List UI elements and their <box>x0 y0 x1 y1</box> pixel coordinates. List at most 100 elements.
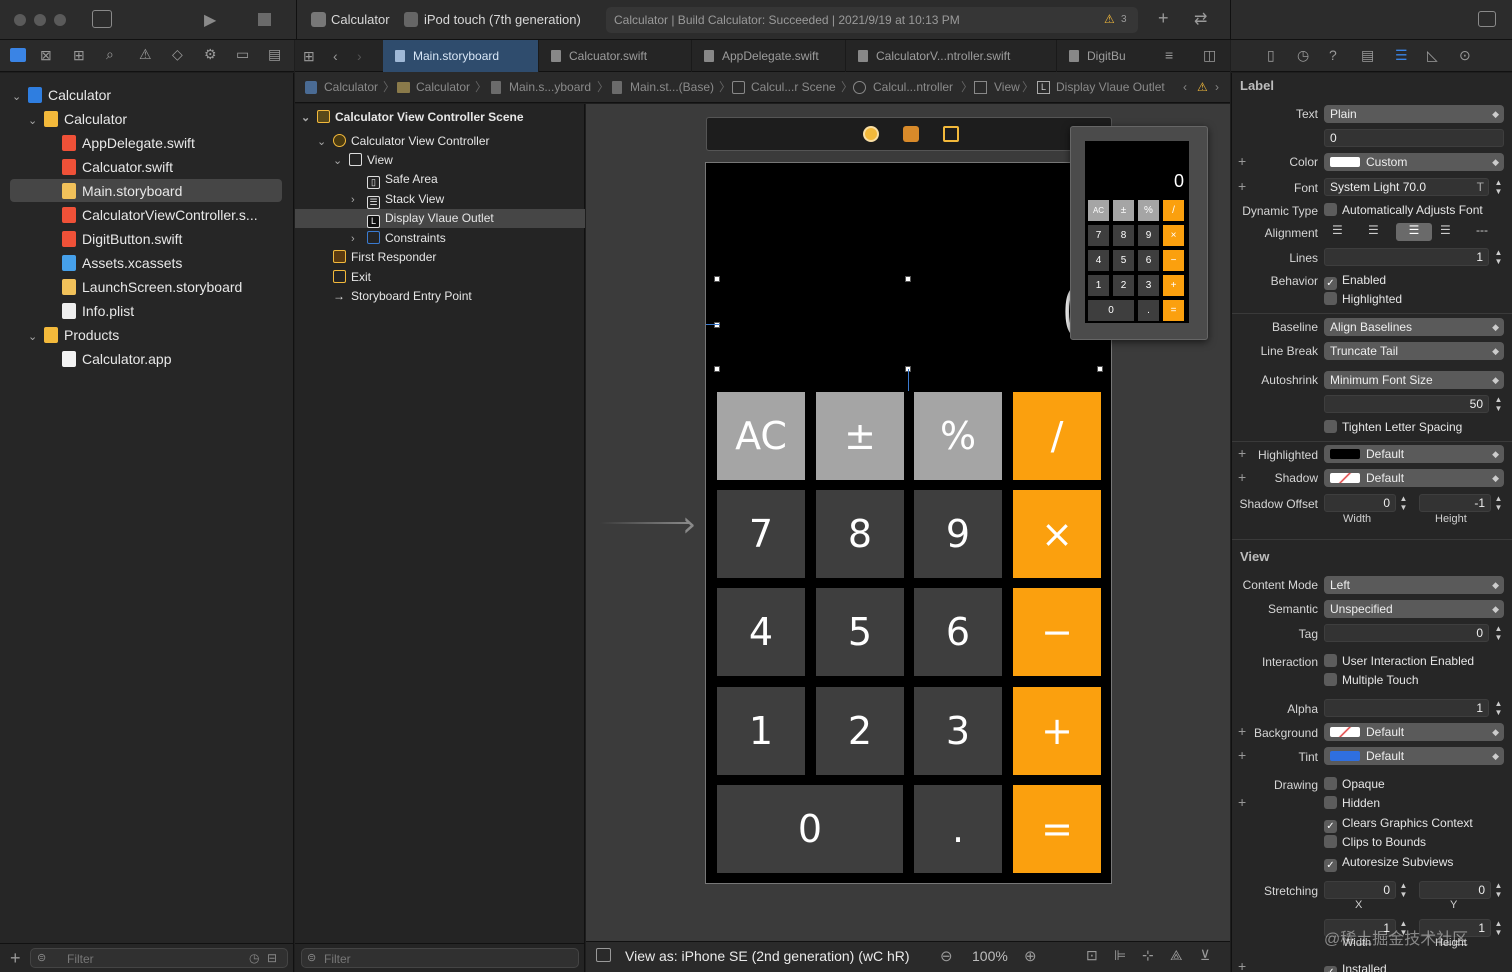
view-as-device[interactable]: View as: iPhone SE (2nd generation) (wC … <box>625 948 910 964</box>
identity-inspector-icon[interactable]: ▤ <box>1361 47 1374 64</box>
background-popup[interactable]: Default ◆ <box>1324 723 1504 741</box>
font-field[interactable]: System Light 70.0 T <box>1324 178 1489 196</box>
back-icon[interactable]: ‹ <box>333 48 338 64</box>
highlighted-checkbox[interactable]: Highlighted <box>1324 290 1402 308</box>
key-equals[interactable]: = <box>1013 785 1101 873</box>
first-responder-icon[interactable] <box>903 126 919 142</box>
add-variation-icon[interactable]: + <box>1238 723 1246 739</box>
outline-item-scene[interactable]: ⌄ Calculator View Controller Scene <box>301 108 524 127</box>
close-window-button[interactable] <box>14 14 26 26</box>
tree-item-file[interactable]: Assets.xcassets <box>0 251 182 275</box>
multiple-touch-checkbox[interactable]: Multiple Touch <box>1324 671 1419 689</box>
align-natural-icon[interactable]: --- <box>1476 223 1488 237</box>
file-inspector-icon[interactable]: ▯ <box>1267 47 1275 64</box>
lines-stepper[interactable]: ▲ ▼ <box>1493 248 1504 266</box>
tree-item-file[interactable]: Calcuator.swift <box>0 155 173 179</box>
inspector-toggle-icon[interactable] <box>1478 11 1496 27</box>
key-multiply[interactable]: × <box>1013 490 1101 578</box>
issue-navigator-icon[interactable]: ⚠ <box>139 46 152 63</box>
jump-item[interactable]: Calcul...ntroller <box>873 72 953 103</box>
zoom-window-button[interactable] <box>54 14 66 26</box>
alpha-field[interactable]: 1 <box>1324 699 1489 717</box>
key-percent[interactable]: % <box>914 392 1002 480</box>
source-control-icon[interactable]: ⊠ <box>40 47 52 64</box>
tab-digitbutton-swift[interactable]: DigitBu <box>1057 40 1157 72</box>
clips-to-bounds-checkbox[interactable]: Clips to Bounds <box>1324 833 1426 851</box>
outline-item-constraints[interactable]: › Constraints <box>351 229 446 248</box>
outline-item-view-controller[interactable]: ⌄ Calculator View Controller <box>317 132 490 151</box>
forward-icon[interactable]: › <box>357 48 362 64</box>
attributes-inspector-icon[interactable]: ☰ <box>1395 47 1408 64</box>
align-center-icon[interactable]: ☰ <box>1368 223 1379 237</box>
tree-item-file[interactable]: Info.plist <box>0 299 134 323</box>
tree-item-group-products[interactable]: ⌄ Products <box>0 323 119 347</box>
add-variation-icon[interactable]: + <box>1238 178 1246 194</box>
key-1[interactable]: 1 <box>717 687 805 775</box>
code-review-icon[interactable]: ⇄ <box>1194 9 1207 29</box>
add-variation-icon[interactable]: + <box>1238 445 1246 461</box>
tab-main-storyboard[interactable]: Main.storyboard <box>383 40 539 72</box>
align-justified-icon[interactable]: ☰ <box>1440 223 1451 237</box>
jump-item[interactable]: Calcul...r Scene <box>751 72 836 103</box>
calculator-view[interactable]: 0 AC ± % / 7 8 9 × 4 5 6 − 1 2 3 + 0 . = <box>705 162 1112 884</box>
stretch-y-stepper[interactable]: ▲ ▼ <box>1493 881 1504 899</box>
semantic-popup[interactable]: Unspecified ◆ <box>1324 600 1504 618</box>
opaque-checkbox[interactable]: Opaque <box>1324 775 1385 793</box>
editor-options-icon[interactable]: ≡ <box>1165 47 1173 63</box>
size-inspector-icon[interactable]: ◺ <box>1427 47 1438 64</box>
line-break-popup[interactable]: Truncate Tail ◆ <box>1324 342 1504 360</box>
update-frames-icon[interactable]: ⊡ <box>1086 947 1098 964</box>
tint-popup[interactable]: Default ◆ <box>1324 747 1504 765</box>
embed-in-icon[interactable]: ⊻ <box>1200 947 1210 964</box>
tree-item-group-calculator[interactable]: ⌄ Calculator <box>0 107 127 131</box>
outline-item-view[interactable]: ⌄ View <box>333 151 393 170</box>
run-destination[interactable]: iPod touch (7th generation) <box>424 12 581 27</box>
adjusts-font-checkbox[interactable]: Automatically Adjusts Font <box>1324 201 1483 219</box>
lines-field[interactable]: 1 <box>1324 248 1489 266</box>
content-mode-popup[interactable]: Left ◆ <box>1324 576 1504 594</box>
filter-options-icon[interactable]: ⊜ <box>37 951 46 964</box>
stretch-x-field[interactable]: 0 <box>1324 881 1396 899</box>
warning-icon[interactable]: ⚠ <box>1197 72 1208 103</box>
resize-handle[interactable] <box>714 366 720 372</box>
tree-item-project[interactable]: ⌄ Calculator <box>0 83 111 107</box>
autoshrink-popup[interactable]: Minimum Font Size ◆ <box>1324 371 1504 389</box>
shadow-width-field[interactable]: 0 <box>1324 494 1396 512</box>
text-type-popup[interactable]: Plain ◆ <box>1324 105 1504 123</box>
tree-item-file[interactable]: LaunchScreen.storyboard <box>0 275 242 299</box>
tag-stepper[interactable]: ▲ ▼ <box>1493 624 1504 642</box>
key-4[interactable]: 4 <box>717 588 805 676</box>
sidebar-toggle-icon[interactable] <box>92 10 112 28</box>
tree-item-file[interactable]: CalculatorViewController.s... <box>0 203 258 227</box>
add-variation-icon[interactable]: + <box>1238 747 1246 763</box>
key-6[interactable]: 6 <box>914 588 1002 676</box>
align-left-icon[interactable]: ☰ <box>1332 223 1343 237</box>
add-file-icon[interactable]: + <box>10 948 21 969</box>
entry-point-arrow[interactable] <box>600 522 690 524</box>
test-navigator-icon[interactable]: ◇ <box>172 46 183 63</box>
outline-item-display-label[interactable]: L Display Vlaue Outlet <box>367 209 494 228</box>
shadow-width-stepper[interactable]: ▲ ▼ <box>1398 494 1409 512</box>
enabled-checkbox[interactable]: ✓ Enabled <box>1324 271 1386 290</box>
jump-item[interactable]: View <box>994 72 1020 103</box>
resolve-issues-icon[interactable]: ⟁ <box>1170 947 1183 964</box>
key-5[interactable]: 5 <box>816 588 904 676</box>
key-2[interactable]: 2 <box>816 687 904 775</box>
shadow-height-field[interactable]: -1 <box>1419 494 1491 512</box>
key-decimal[interactable]: . <box>914 785 1002 873</box>
shadow-color-popup[interactable]: Default ◆ <box>1324 469 1504 487</box>
symbol-navigator-icon[interactable]: ⊞ <box>73 47 85 64</box>
zoom-out-icon[interactable]: ⊖ <box>940 947 953 965</box>
tab-calculatorviewcontroller-swift[interactable]: CalculatorV...ntroller.swift <box>846 40 1057 72</box>
add-variation-icon[interactable]: + <box>1238 469 1246 485</box>
align-right-icon[interactable]: ☰ <box>1396 223 1432 241</box>
outline-toggle-icon[interactable] <box>596 948 611 962</box>
font-size-stepper[interactable]: ▲ ▼ <box>1493 178 1504 196</box>
stop-icon[interactable] <box>258 13 271 26</box>
tree-item-file[interactable]: AppDelegate.swift <box>0 131 195 155</box>
project-navigator-icon[interactable] <box>10 48 26 62</box>
outline-item-exit[interactable]: Exit <box>333 268 371 287</box>
jump-item[interactable]: Main.st...(Base) <box>630 72 714 103</box>
minimum-font-size-field[interactable]: 50 <box>1324 395 1489 413</box>
key-ac[interactable]: AC <box>717 392 805 480</box>
